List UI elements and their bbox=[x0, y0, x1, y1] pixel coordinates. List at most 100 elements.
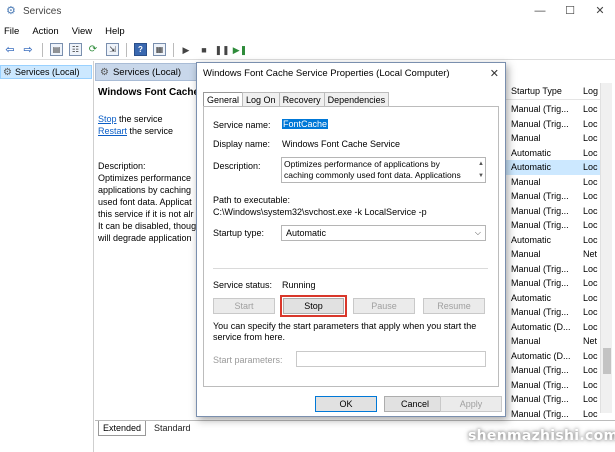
export-list-icon[interactable]: ⇲ bbox=[106, 43, 119, 56]
table-row[interactable]: Automatic Loc bbox=[505, 291, 605, 306]
stop-service-link[interactable]: Stop bbox=[98, 114, 117, 124]
log-on-cell: Net bbox=[583, 249, 598, 259]
scroll-up-icon[interactable]: ▲ bbox=[478, 159, 484, 170]
column-header-log-on[interactable]: Log bbox=[583, 83, 598, 100]
description-textbox[interactable]: Optimizes performance of applications by… bbox=[281, 157, 486, 183]
restart-service-icon[interactable]: ▶❚ bbox=[232, 42, 248, 58]
table-row[interactable]: Automatic (D... Loc bbox=[505, 349, 605, 364]
table-row[interactable]: Manual Loc bbox=[505, 131, 605, 146]
table-row[interactable]: Manual (Trig... Loc bbox=[505, 262, 605, 277]
description-line: Optimizes performance bbox=[98, 173, 192, 183]
dialog-title: Windows Font Cache Service Properties (L… bbox=[197, 63, 505, 85]
window-controls: — ☐ ✕ bbox=[525, 0, 615, 22]
path-value[interactable]: C:\Windows\system32\svchost.exe -k Local… bbox=[213, 207, 427, 217]
pause-button[interactable]: Pause bbox=[353, 298, 415, 314]
menu-file[interactable]: File bbox=[4, 26, 19, 37]
log-on-cell: Loc bbox=[583, 321, 598, 332]
back-arrow-icon[interactable]: ⇦ bbox=[2, 42, 18, 58]
vertical-scrollbar[interactable] bbox=[600, 83, 612, 413]
table-row[interactable]: Manual Net bbox=[505, 334, 605, 349]
startup-type-cell: Automatic (D... bbox=[511, 350, 571, 361]
extended-description-pane: Windows Font Cache Se Stop the service R… bbox=[98, 87, 196, 417]
log-on-cell: Loc bbox=[583, 191, 598, 201]
startup-type-label: Startup type: bbox=[213, 228, 265, 238]
cancel-button[interactable]: Cancel bbox=[384, 396, 446, 412]
startup-type-select[interactable]: Automatic ⌵ bbox=[281, 225, 486, 241]
maximize-button[interactable]: ☐ bbox=[555, 0, 585, 22]
table-row[interactable]: Manual (Trig... Loc bbox=[505, 117, 605, 132]
apply-button[interactable]: Apply bbox=[440, 396, 502, 412]
service-name-value[interactable]: FontCache bbox=[282, 119, 329, 129]
table-row[interactable]: Manual (Trig... Loc bbox=[505, 378, 605, 393]
log-on-cell: Loc bbox=[583, 162, 598, 172]
table-row[interactable]: Manual (Trig... Loc bbox=[505, 392, 605, 407]
table-row[interactable]: Automatic (D... Loc bbox=[505, 320, 605, 335]
start-params-input[interactable] bbox=[296, 351, 486, 367]
chevron-down-icon: ⌵ bbox=[474, 228, 481, 237]
log-on-cell: Loc bbox=[583, 118, 598, 129]
gear-icon: ⚙ bbox=[3, 66, 12, 78]
tab-standard[interactable]: Standard bbox=[150, 421, 195, 436]
minimize-button[interactable]: — bbox=[525, 0, 555, 22]
window-title: Services bbox=[23, 5, 62, 17]
dialog-tabs: General Log On Recovery Dependencies bbox=[203, 92, 390, 108]
scrollbar-thumb[interactable] bbox=[603, 348, 611, 374]
startup-type-cell: Automatic bbox=[511, 147, 552, 158]
start-button[interactable]: Start bbox=[213, 298, 275, 314]
menu-action[interactable]: Action bbox=[32, 26, 58, 37]
tab-dependencies[interactable]: Dependencies bbox=[323, 92, 390, 107]
stop-button[interactable]: Stop bbox=[280, 295, 347, 317]
startup-type-cell: Manual (Trig... bbox=[511, 365, 569, 375]
tab-extended[interactable]: Extended bbox=[98, 421, 147, 436]
log-on-cell: Loc bbox=[583, 234, 598, 245]
table-row[interactable]: Manual (Trig... Loc bbox=[505, 204, 605, 219]
stop-service-icon[interactable]: ■ bbox=[196, 42, 212, 58]
services-list: Startup Type Log Manual (Trig... Loc Manua… bbox=[505, 83, 605, 419]
menu-help[interactable]: Help bbox=[105, 26, 125, 37]
log-on-cell: Loc bbox=[583, 379, 598, 390]
resume-button[interactable]: Resume bbox=[423, 298, 485, 314]
startup-type-cell: Manual (Trig... bbox=[511, 220, 569, 230]
restart-service-link[interactable]: Restart bbox=[98, 126, 127, 136]
startup-type-cell: Manual (Trig... bbox=[511, 205, 569, 216]
table-row[interactable]: Manual (Trig... Loc bbox=[505, 276, 605, 291]
selected-service-title: Windows Font Cache Se bbox=[98, 87, 196, 98]
scroll-down-icon[interactable]: ▼ bbox=[478, 171, 484, 182]
dialog-close-button[interactable]: ✕ bbox=[490, 63, 499, 85]
console-tree-icon[interactable]: ▤ bbox=[50, 43, 63, 56]
table-row[interactable]: Manual (Trig... Loc bbox=[505, 218, 605, 233]
close-button[interactable]: ✕ bbox=[585, 0, 615, 22]
show-hide-pane-icon[interactable]: ▦ bbox=[153, 43, 166, 56]
table-row[interactable]: Manual (Trig... Loc bbox=[505, 363, 605, 378]
table-row[interactable]: Automatic Loc bbox=[505, 160, 605, 175]
table-row[interactable]: Manual (Trig... Loc bbox=[505, 305, 605, 320]
divider bbox=[213, 268, 488, 269]
table-row[interactable]: Manual (Trig... Loc bbox=[505, 407, 605, 422]
table-row[interactable]: Automatic Loc bbox=[505, 233, 605, 248]
table-row[interactable]: Manual (Trig... Loc bbox=[505, 189, 605, 204]
ok-button[interactable]: OK bbox=[315, 396, 377, 412]
refresh-icon[interactable]: ⟳ bbox=[85, 42, 101, 58]
table-row[interactable]: Manual Loc bbox=[505, 175, 605, 190]
startup-type-cell: Manual (Trig... bbox=[511, 191, 569, 201]
start-params-hint: You can specify the start parameters tha… bbox=[213, 321, 477, 342]
pause-service-icon[interactable]: ❚❚ bbox=[214, 42, 230, 58]
table-row[interactable]: Automatic Loc bbox=[505, 146, 605, 161]
properties-sheet-icon[interactable]: ☷ bbox=[69, 43, 82, 56]
description-line: used font data. Applicat bbox=[98, 197, 192, 207]
startup-type-cell: Manual (Trig... bbox=[511, 394, 569, 404]
tree-item-services-local[interactable]: ⚙ Services (Local) bbox=[0, 65, 92, 79]
startup-type-cell: Manual (Trig... bbox=[511, 379, 569, 390]
table-row[interactable]: Manual (Trig... Loc bbox=[505, 102, 605, 117]
menu-view[interactable]: View bbox=[72, 26, 92, 37]
tab-recovery[interactable]: Recovery bbox=[278, 92, 325, 107]
display-name-value[interactable]: Windows Font Cache Service bbox=[282, 139, 400, 149]
tab-log-on[interactable]: Log On bbox=[242, 92, 280, 107]
help-icon[interactable]: ? bbox=[134, 43, 147, 56]
column-header-startup-type[interactable]: Startup Type bbox=[511, 83, 562, 100]
watermark: shenmazhishi.com bbox=[468, 428, 615, 444]
table-row[interactable]: Manual Net bbox=[505, 247, 605, 262]
start-service-icon[interactable]: ▶ bbox=[178, 42, 194, 58]
toolbar-separator bbox=[42, 42, 43, 57]
forward-arrow-icon[interactable]: ⇨ bbox=[20, 42, 36, 58]
